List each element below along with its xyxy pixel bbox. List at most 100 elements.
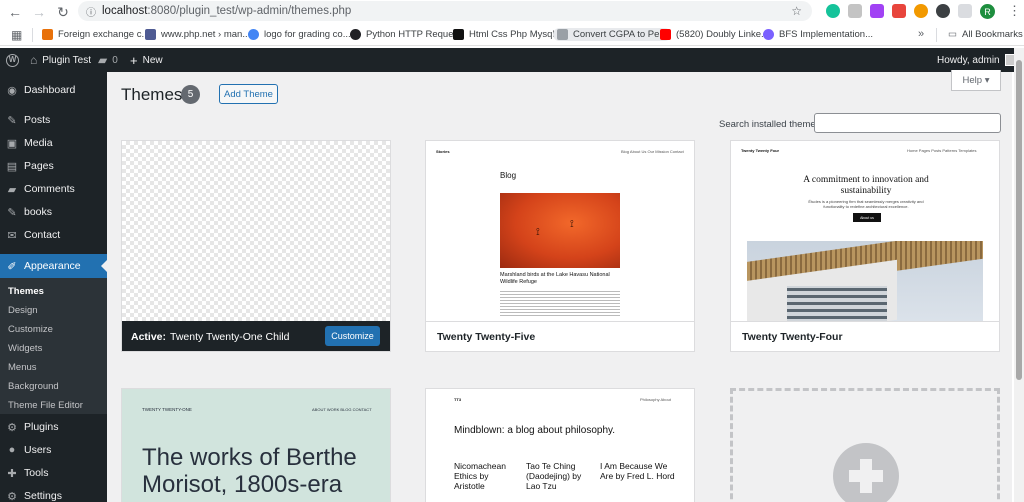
theme-screenshot[interactable]: Stories Blog About Us Our Mission Contac… [426,141,694,321]
preview-headline: The works of Berthe Morisot, 1800s-era [142,444,357,498]
timer-extension-icon[interactable] [936,4,950,18]
theme-card-twenty-twenty-one[interactable]: TWENTY TWENTY-ONE ABOUT WORK BLOG CONTAC… [121,388,391,502]
preview-post-title: Tao Te Ching (Daodejing) by Lao Tzu [526,461,582,491]
bookmark-star-icon[interactable]: ☆ [791,4,802,18]
bookmark-item[interactable]: Python HTTP Reque... [350,29,461,40]
search-themes-input[interactable] [814,113,1001,133]
theme-name: Twenty Twenty-Four [731,321,999,351]
comments-link[interactable]: ▰ 0 [98,48,118,72]
all-bookmarks[interactable]: ▭ All Bookmarks [948,29,1023,40]
bookmark-item[interactable]: BFS Implementation... [763,29,873,40]
back-icon[interactable]: ← [2,0,28,24]
preview-photo: ⟟ ⟟ [500,193,620,268]
theme-card-twenty-twenty-three[interactable]: TT3 Philosophy About Mindblown: a blog a… [425,388,695,502]
preview-nav: Home Pages Posts Patterns Templates [907,148,977,153]
more-bookmarks-icon[interactable]: » [918,28,924,40]
extensions-puzzle-icon[interactable] [958,4,972,18]
site-name-link[interactable]: ⌂ Plugin Test [30,48,91,72]
preview-building-photo [747,241,983,321]
wordpress-logo-icon[interactable]: W [6,48,19,72]
bookmark-separator [936,28,937,42]
sidebar-item-media[interactable]: ▣ Media [0,132,107,154]
comment-icon: ▰ [7,183,17,196]
sidebar-item-plugins[interactable]: ⚙ Plugins [0,416,107,438]
sidebar-item-comments[interactable]: ▰ Comments [0,178,107,200]
address-bar[interactable]: ⓘ localhost:8080/plugin_test/wp-admin/th… [78,1,812,21]
appearance-submenu: Themes Design Customize Widgets Menus Ba… [0,278,107,414]
plugin-icon: ⚙ [7,421,17,434]
bird-icon: ⟟ [570,219,574,230]
submenu-menus[interactable]: Menus [8,362,37,373]
customize-button[interactable]: Customize [325,326,380,346]
apps-grid-icon[interactable]: ▦ [11,28,22,42]
submenu-themes[interactable]: Themes [8,286,44,297]
bookmark-item[interactable]: logo for grading co... [248,29,351,40]
tools-icon: ✚ [7,467,17,480]
theme-card-twenty-twenty-four[interactable]: Twenty Twenty Four Home Pages Posts Patt… [730,140,1000,352]
forward-icon[interactable]: → [26,0,52,24]
folder-icon: ▭ [948,29,957,40]
grammarly-extension-icon[interactable] [826,4,840,18]
pie-extension-icon[interactable] [914,4,928,18]
preview-post-title: Nicomachean Ethics by Aristotle [454,461,506,491]
users-icon: ● [8,444,16,456]
sidebar-item-dashboard[interactable]: ◉ Dashboard [0,79,107,101]
theme-card-twenty-twenty-five[interactable]: Stories Blog About Us Our Mission Contac… [425,140,695,352]
active-theme-bar: Active: Twenty Twenty-One Child Customize [122,321,390,351]
sidebar-item-users[interactable]: ● Users [0,439,107,461]
bookmark-item[interactable]: Foreign exchange c... [42,29,149,40]
bookmark-favicon-icon [763,29,774,40]
user-account-link[interactable]: Howdy, admin [937,48,1017,72]
bookmarks-bar: ▦ Foreign exchange c... www.php.net › ma… [0,24,1024,46]
preview-headline: A commitment to innovation and sustainab… [803,175,929,196]
add-theme-button[interactable]: Add Theme [219,84,278,104]
sidebar-item-settings[interactable]: ⚙ Settings [0,485,107,502]
submenu-design[interactable]: Design [8,305,38,316]
preview-site-title: TWENTY TWENTY-ONE [142,407,192,412]
theme-card-active[interactable]: Active: Twenty Twenty-One Child Customize [121,140,391,352]
new-content-link[interactable]: + New [130,48,163,72]
settings-icon: ⚙ [7,490,17,502]
bookmark-item[interactable]: www.php.net › man... [145,29,250,40]
add-new-theme-card[interactable] [730,388,1000,502]
search-label: Search installed themes [719,119,821,130]
colorful-extension-icon[interactable] [892,4,906,18]
site-info-icon[interactable]: ⓘ [86,4,102,19]
browser-toolbar: ← → ↻ ⓘ localhost:8080/plugin_test/wp-ad… [0,0,1024,24]
bookmark-favicon-icon [557,29,568,40]
theme-screenshot[interactable]: Twenty Twenty Four Home Pages Posts Patt… [731,141,999,321]
preview-text-lines [500,289,620,317]
camera-extension-icon[interactable] [848,4,862,18]
browser-menu-icon[interactable]: ⋮ [1008,3,1021,19]
comment-bubble-icon: ▰ [98,53,108,67]
submenu-widgets[interactable]: Widgets [8,343,42,354]
pen-extension-icon[interactable] [870,4,884,18]
profile-avatar[interactable]: R [980,4,995,19]
page-scrollbar[interactable] [1014,48,1024,502]
sidebar-item-tools[interactable]: ✚ Tools [0,462,107,484]
bookmark-favicon-icon [350,29,361,40]
bookmark-separator [32,28,33,42]
bookmark-item[interactable]: Convert CGPA to Pe... [553,28,672,41]
sidebar-item-posts[interactable]: ✎ Posts [0,109,107,131]
page-title: Themes [121,85,183,104]
preview-nav: Philosophy About [640,397,671,402]
sidebar-item-contact[interactable]: ✉ Contact [0,224,107,246]
sidebar-item-pages[interactable]: ▤ Pages [0,155,107,177]
preview-nav: ABOUT WORK BLOG CONTACT [312,407,372,412]
submenu-background[interactable]: Background [8,381,59,392]
reload-icon[interactable]: ↻ [50,0,76,24]
preview-site-title: TT3 [454,397,462,402]
submenu-customize[interactable]: Customize [8,324,53,335]
admin-sidebar: ◉ Dashboard ✎ Posts ▣ Media ▤ Pages ▰ Comment… [0,72,107,502]
submenu-theme-file-editor[interactable]: Theme File Editor [8,400,83,411]
bird-icon: ⟟ [536,227,540,238]
scrollbar-thumb[interactable] [1016,60,1022,380]
bookmark-item[interactable]: Html Css Php Mysql... [453,29,562,40]
wp-admin-bar: W ⌂ Plugin Test ▰ 0 + New Howdy, admin [0,48,1024,72]
sidebar-item-appearance[interactable]: ✐ Appearance [0,254,107,278]
sidebar-item-books[interactable]: ✎ books [0,201,107,223]
bookmark-item[interactable]: (5820) Doubly Linke... [660,29,769,40]
theme-screenshot-placeholder[interactable] [122,141,390,321]
help-tab-button[interactable]: Help ▾ [951,70,1001,91]
